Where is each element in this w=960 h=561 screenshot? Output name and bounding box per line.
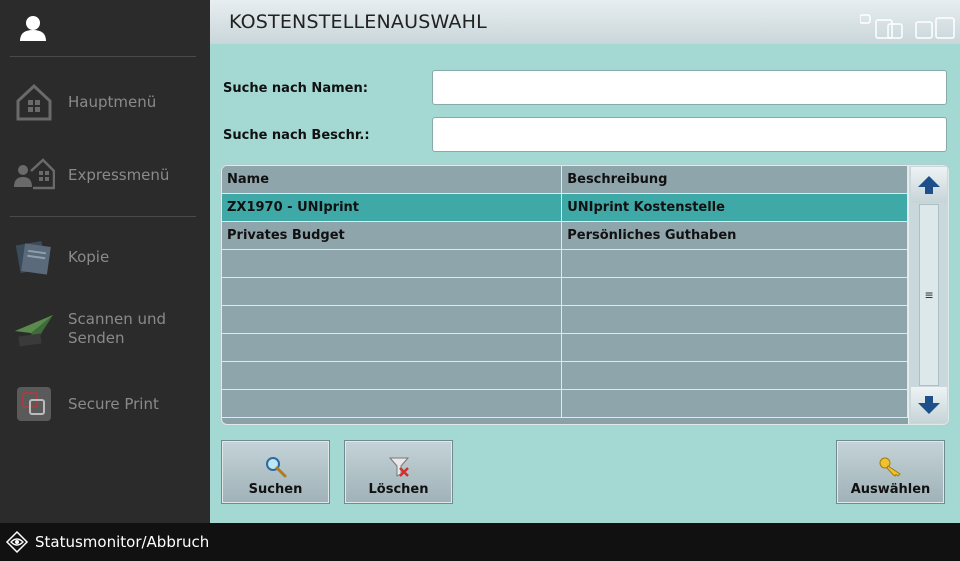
search-description-input[interactable]: [432, 117, 947, 152]
window-icons: [860, 14, 956, 40]
key-icon: [879, 457, 901, 477]
table-row[interactable]: [222, 361, 908, 390]
table-row[interactable]: Privates Budget Persönliches Guthaben: [222, 221, 908, 250]
sidebar-item-label: Scannen und Senden: [68, 310, 167, 347]
status-monitor-label: Statusmonitor/Abbruch: [35, 533, 210, 551]
search-name-label: Suche nach Namen:: [223, 81, 368, 96]
sidebar-item-kopie[interactable]: Kopie: [0, 235, 210, 279]
divider: [10, 216, 196, 217]
search-button-label: Suchen: [248, 482, 303, 497]
cell-description: [561, 361, 908, 390]
clear-button-label: Löschen: [368, 482, 429, 497]
select-button-label: Auswählen: [850, 482, 931, 497]
cell-description: [561, 333, 908, 362]
table-row[interactable]: [222, 277, 908, 306]
cell-description: [561, 249, 908, 278]
search-name-input[interactable]: [432, 70, 947, 105]
sidebar: Hauptmenü Expressmenü Kopie Scannen und …: [0, 0, 210, 523]
cell-name: [222, 277, 563, 306]
status-monitor-icon: [5, 530, 29, 554]
status-monitor-button[interactable]: Statusmonitor/Abbruch: [0, 523, 960, 561]
cell-description: [561, 305, 908, 334]
user-house-icon: [12, 153, 56, 197]
table-scrollbar[interactable]: ≡: [908, 166, 948, 424]
scroll-down-button[interactable]: [911, 387, 947, 423]
cost-center-table: Name Beschreibung ZX1970 - UNIprint UNIpr…: [221, 165, 949, 425]
scroll-thumb[interactable]: ≡: [919, 204, 939, 386]
scroll-up-button[interactable]: [911, 167, 947, 203]
clear-button[interactable]: Löschen: [344, 440, 453, 504]
select-button[interactable]: Auswählen: [836, 440, 945, 504]
cell-description: [561, 389, 908, 418]
cell-description: Persönliches Guthaben: [561, 221, 908, 250]
cell-name: [222, 305, 563, 334]
sidebar-item-label: Kopie: [68, 247, 110, 266]
sidebar-item-label: Hauptmenü: [68, 92, 157, 111]
sidebar-item-scannen[interactable]: Scannen und Senden: [0, 307, 210, 351]
divider: [10, 56, 196, 57]
cell-name: Privates Budget: [222, 221, 563, 250]
table-header-row: Name Beschreibung: [222, 166, 908, 194]
cell-name: [222, 361, 563, 390]
cell-name: [222, 333, 563, 362]
page-header: KOSTENSTELLENAUSWAHL: [210, 0, 960, 44]
cell-name: [222, 389, 563, 418]
copy-icon: [12, 235, 56, 279]
sidebar-item-label: Expressmenü: [68, 165, 170, 184]
table-row[interactable]: [222, 305, 908, 334]
magnifier-icon: [265, 457, 286, 478]
main-panel: KOSTENSTELLENAUSWAHL Suche nach Namen: S…: [210, 0, 960, 523]
table-row[interactable]: [222, 333, 908, 362]
table-row[interactable]: [222, 249, 908, 278]
sidebar-item-label: Secure Print: [68, 394, 159, 413]
arrow-down-icon: [918, 396, 940, 414]
cell-description: UNIprint Kostenstelle: [561, 193, 908, 222]
sidebar-item-secure-print[interactable]: Secure Print: [0, 382, 210, 426]
column-header-name[interactable]: Name: [222, 166, 563, 194]
arrow-up-icon: [918, 176, 940, 194]
sidebar-item-hauptmenu[interactable]: Hauptmenü: [0, 80, 210, 124]
cell-name: [222, 249, 563, 278]
paper-plane-icon: [12, 307, 56, 351]
sidebar-item-expressmenu[interactable]: Expressmenü: [0, 153, 210, 197]
clear-filter-icon: [388, 457, 409, 477]
table-row[interactable]: ZX1970 - UNIprint UNIprint Kostenstelle: [222, 193, 908, 222]
page-title: KOSTENSTELLENAUSWAHL: [229, 11, 487, 33]
table-row[interactable]: [222, 389, 908, 418]
user-icon: [20, 16, 46, 41]
secure-print-icon: [12, 382, 56, 426]
search-description-label: Suche nach Beschr.:: [223, 128, 370, 143]
column-header-description[interactable]: Beschreibung: [561, 166, 908, 194]
window-layout-icon: [860, 14, 955, 39]
user-button[interactable]: [0, 0, 210, 56]
house-icon: [12, 80, 56, 124]
cell-description: [561, 277, 908, 306]
cell-name: ZX1970 - UNIprint: [222, 193, 563, 222]
search-button[interactable]: Suchen: [221, 440, 330, 504]
